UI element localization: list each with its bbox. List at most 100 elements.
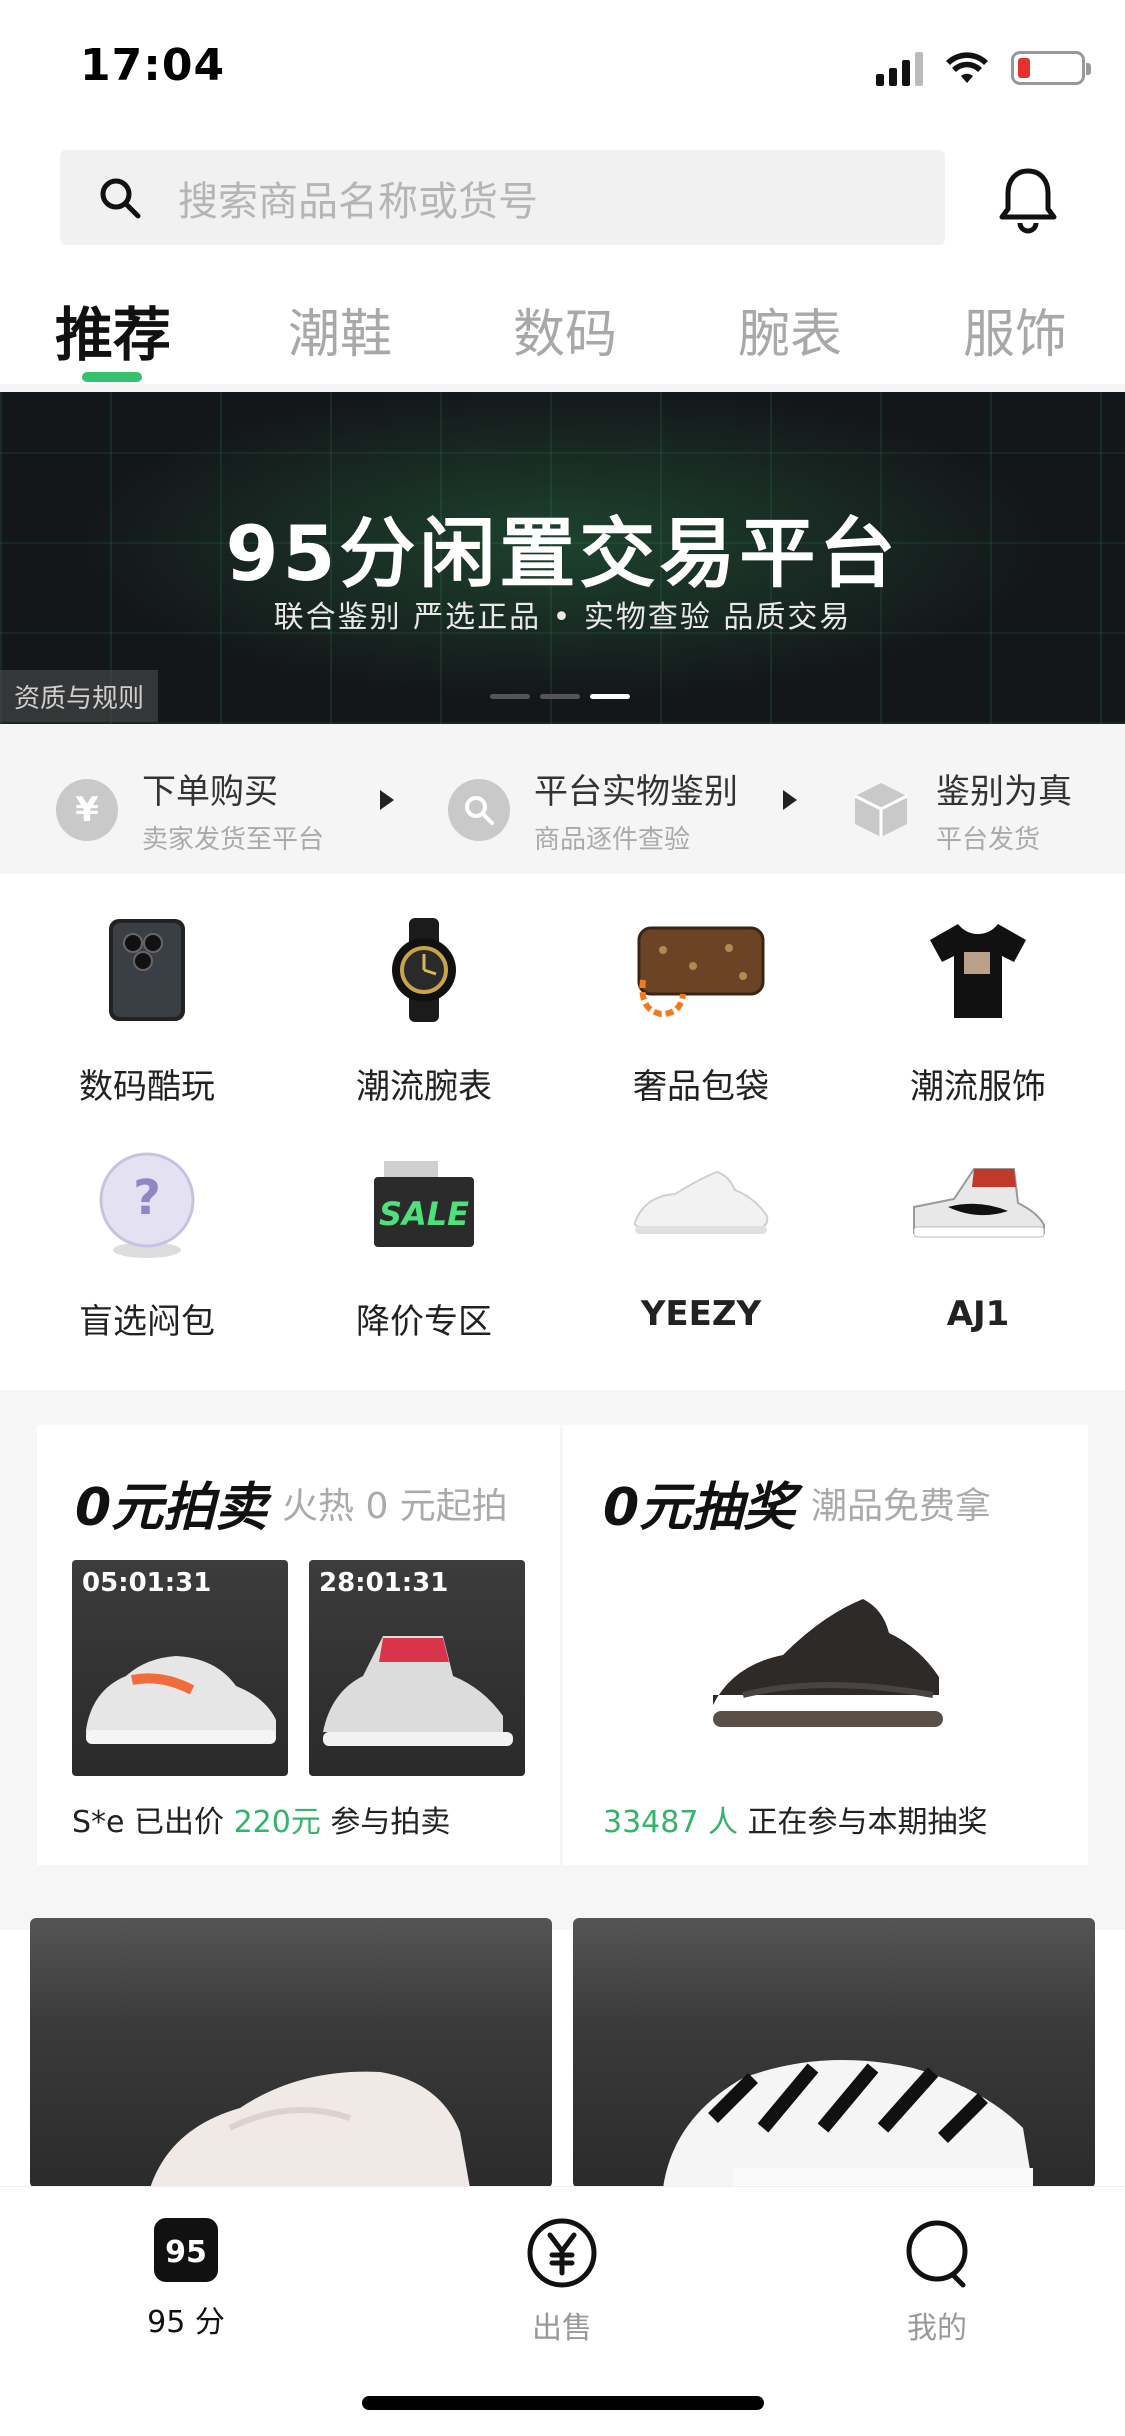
yen-icon: ¥: [56, 779, 118, 841]
page-dot: [490, 694, 530, 699]
category-watches[interactable]: 潮流腕表: [284, 905, 564, 1108]
category-tabs: 推荐 潮鞋 数码 腕表 服饰: [0, 280, 1125, 382]
process-step-order: ¥ 下单购买卖家发货至平台: [56, 764, 324, 856]
category-label: 潮流腕表: [356, 1067, 492, 1107]
arrow-right-icon: [783, 790, 797, 810]
mystery-ball-icon: ?: [7, 1140, 287, 1270]
category-label: 潮流服饰: [910, 1067, 1046, 1107]
status-time: 17:04: [80, 40, 226, 91]
step-title: 平台实物鉴别: [534, 772, 738, 812]
process-step-authenticate: 平台实物鉴别商品逐件查验: [448, 764, 738, 856]
lottery-sneaker-image: [713, 1599, 943, 1727]
tab-recommend[interactable]: 推荐: [55, 288, 171, 372]
product-card[interactable]: [573, 1918, 1095, 2188]
product-card[interactable]: [30, 1918, 552, 2188]
tab-indicator: [82, 372, 142, 382]
auction-timer: 05:01:31: [82, 1568, 212, 1598]
lottery-participant-count: 33487 人: [603, 1805, 738, 1840]
auction-footer: S*e 已出价 220元 参与拍卖: [72, 1797, 450, 1841]
page-dot: [540, 694, 580, 699]
product-image: [150, 2071, 470, 2188]
category-luxury-bags[interactable]: 奢品包袋: [561, 905, 841, 1108]
tab-apparel[interactable]: 服饰: [963, 292, 1067, 367]
tab-digital[interactable]: 数码: [513, 292, 617, 367]
process-strip: ¥ 下单购买卖家发货至平台 平台实物鉴别商品逐件查验 鉴别为真平台发货: [0, 724, 1125, 874]
page-dot-active: [590, 694, 630, 699]
step-title: 下单购买: [142, 772, 278, 812]
auction-footer-suffix: 参与拍卖: [330, 1805, 451, 1840]
svg-text:SALE: SALE: [379, 1195, 469, 1233]
home-indicator[interactable]: [362, 2396, 764, 2410]
tshirt-icon: [838, 905, 1118, 1035]
step-subtitle: 商品逐件查验: [534, 825, 691, 855]
category-label: YEEZY: [640, 1294, 762, 1334]
auction-subtitle: 火热 0 元起拍: [282, 1486, 508, 1527]
svg-text:95: 95: [165, 2235, 207, 2270]
category-mystery-box[interactable]: ? 盲选闷包: [7, 1140, 287, 1343]
svg-text:?: ?: [133, 1170, 161, 1226]
product-image: [663, 2060, 1033, 2188]
search-icon: [80, 175, 160, 221]
sale-coupon-icon: SALE: [284, 1140, 564, 1270]
auction-item[interactable]: 05:01:31: [72, 1560, 288, 1776]
box-icon: [850, 779, 912, 841]
status-icons: [876, 50, 1091, 86]
rules-link[interactable]: 资质与规则: [0, 670, 158, 722]
auction-title: 0元拍卖: [75, 1478, 268, 1538]
process-step-ship: 鉴别为真 平台发货: [850, 764, 1072, 856]
tab-home[interactable]: 95 95 分: [86, 2217, 286, 2341]
banner-title: 95分闲置交易平台: [225, 509, 900, 598]
signal-icon: [876, 50, 923, 86]
yeezy-sneaker-icon: [561, 1140, 841, 1270]
profile-icon: [906, 2220, 968, 2288]
search-placeholder: 搜索商品名称或货号: [178, 178, 538, 225]
tab-profile[interactable]: 我的: [837, 2217, 1037, 2347]
battery-icon: [1011, 51, 1091, 85]
divider: [0, 384, 1125, 392]
arrow-right-icon: [380, 790, 394, 810]
promo-banner[interactable]: 95分闲置交易平台 联合鉴别 严选正品 • 实物查验 品质交易: [0, 392, 1125, 724]
banner-page-indicator: [490, 694, 630, 699]
lottery-footer-suffix: 正在参与本期抽奖: [747, 1805, 988, 1840]
banner-subtitle: 联合鉴别 严选正品 • 实物查验 品质交易: [273, 600, 852, 635]
auction-card[interactable]: 0元拍卖 火热 0 元起拍 05:01:31 28:01:31 S*e 已出价 …: [37, 1425, 560, 1865]
tab-sneakers[interactable]: 潮鞋: [288, 292, 392, 367]
auction-price: 220元: [233, 1805, 321, 1840]
step-subtitle: 平台发货: [936, 825, 1041, 855]
category-label: 奢品包袋: [633, 1067, 769, 1107]
tab-label: 95 分: [147, 2305, 225, 2340]
category-apparel[interactable]: 潮流服饰: [838, 905, 1118, 1108]
category-digital[interactable]: 数码酷玩: [7, 905, 287, 1108]
95-logo-icon: 95: [154, 2218, 218, 2282]
category-label: AJ1: [946, 1294, 1010, 1334]
watch-icon: [284, 905, 564, 1035]
tab-sell[interactable]: 出售: [462, 2217, 662, 2347]
phone-icon: [7, 905, 287, 1035]
tab-label: 我的: [907, 2311, 967, 2346]
lottery-subtitle: 潮品免费拿: [811, 1486, 992, 1527]
category-aj1[interactable]: AJ1: [838, 1140, 1118, 1334]
tab-watches[interactable]: 腕表: [738, 292, 842, 367]
category-label: 降价专区: [356, 1302, 492, 1342]
bag-icon: [561, 905, 841, 1035]
wifi-icon: [946, 52, 988, 83]
search-input[interactable]: 搜索商品名称或货号: [60, 150, 945, 245]
auction-timer: 28:01:31: [319, 1568, 449, 1598]
status-bar: 17:04: [0, 0, 1125, 140]
aj1-sneaker-icon: [838, 1140, 1118, 1270]
step-title: 鉴别为真: [936, 772, 1072, 812]
category-discount[interactable]: SALE 降价专区: [284, 1140, 564, 1343]
auction-bidder: S*e 已出价: [72, 1805, 225, 1840]
auction-item[interactable]: 28:01:31: [309, 1560, 525, 1776]
lottery-title: 0元抽奖: [603, 1478, 796, 1538]
lottery-card[interactable]: 0元抽奖 潮品免费拿 33487 人 正在参与本期抽奖: [563, 1425, 1088, 1865]
category-yeezy[interactable]: YEEZY: [561, 1140, 841, 1334]
lottery-footer: 33487 人 正在参与本期抽奖: [603, 1797, 988, 1841]
bell-icon[interactable]: [990, 160, 1066, 240]
category-label: 盲选闷包: [79, 1302, 215, 1342]
search-icon: [448, 779, 510, 841]
step-subtitle: 卖家发货至平台: [142, 825, 325, 855]
yen-circle-icon: [527, 2218, 597, 2288]
tab-label: 出售: [532, 2311, 592, 2346]
category-label: 数码酷玩: [79, 1067, 215, 1107]
